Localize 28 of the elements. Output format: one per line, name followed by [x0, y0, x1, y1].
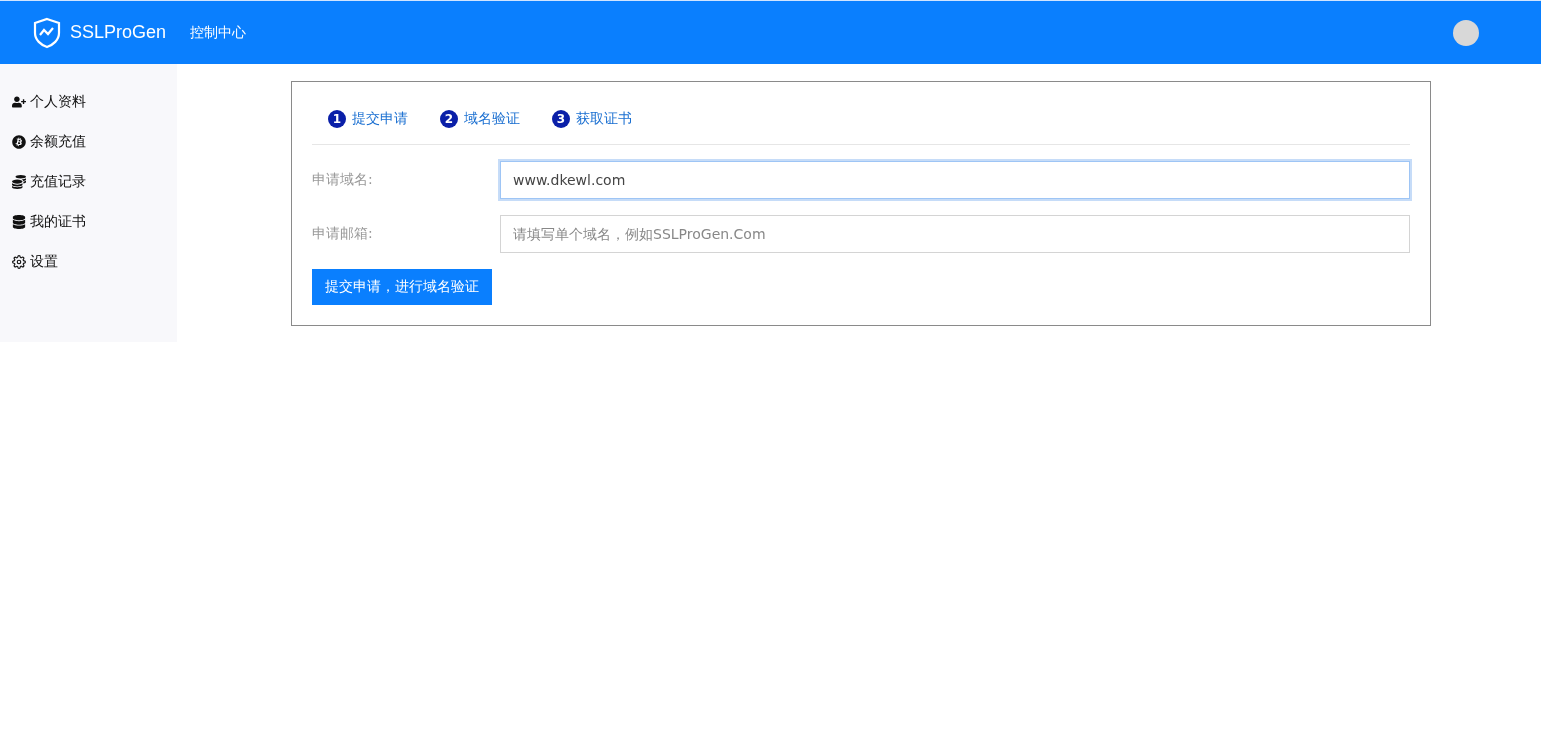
sidebar-item[interactable]: 设置	[0, 242, 177, 282]
step-link[interactable]: 3 获取证书	[552, 110, 632, 128]
input-field[interactable]: www.dkewl.com	[500, 161, 1410, 199]
step-number: 1	[328, 110, 346, 128]
database-icon	[12, 215, 26, 229]
step-label: 提交申请	[352, 110, 408, 128]
input-field[interactable]: 请填写单个域名，例如SSLProGen.Com	[500, 215, 1410, 253]
sidebar-item[interactable]: 充值记录	[0, 162, 177, 202]
step-link[interactable]: 1 提交申请	[328, 110, 408, 128]
brand-name: SSLProGen	[70, 22, 167, 43]
step-number: 2	[440, 110, 458, 128]
step-label: 获取证书	[576, 110, 632, 128]
submit-button[interactable]: 提交申请，进行域名验证	[312, 269, 492, 305]
settings-icon	[12, 255, 26, 269]
bitcoin-icon	[12, 135, 26, 149]
nav-link[interactable]: 控制中心	[190, 23, 247, 42]
shield-logo-icon	[32, 16, 62, 49]
sidebar-item[interactable]: 余额充值	[0, 122, 177, 162]
step-label: 域名验证	[464, 110, 520, 128]
step-number: 3	[552, 110, 570, 128]
field-label: 申请邮箱:	[312, 225, 374, 243]
sidebar-item[interactable]: 个人资料	[0, 82, 177, 122]
coins-icon	[12, 175, 26, 189]
avatar[interactable]	[1453, 19, 1479, 46]
step-link[interactable]: 2 域名验证	[440, 110, 520, 128]
field-label: 申请域名:	[312, 171, 374, 189]
sidebar-item[interactable]: 我的证书	[0, 202, 177, 242]
user-plus-icon	[12, 95, 26, 109]
